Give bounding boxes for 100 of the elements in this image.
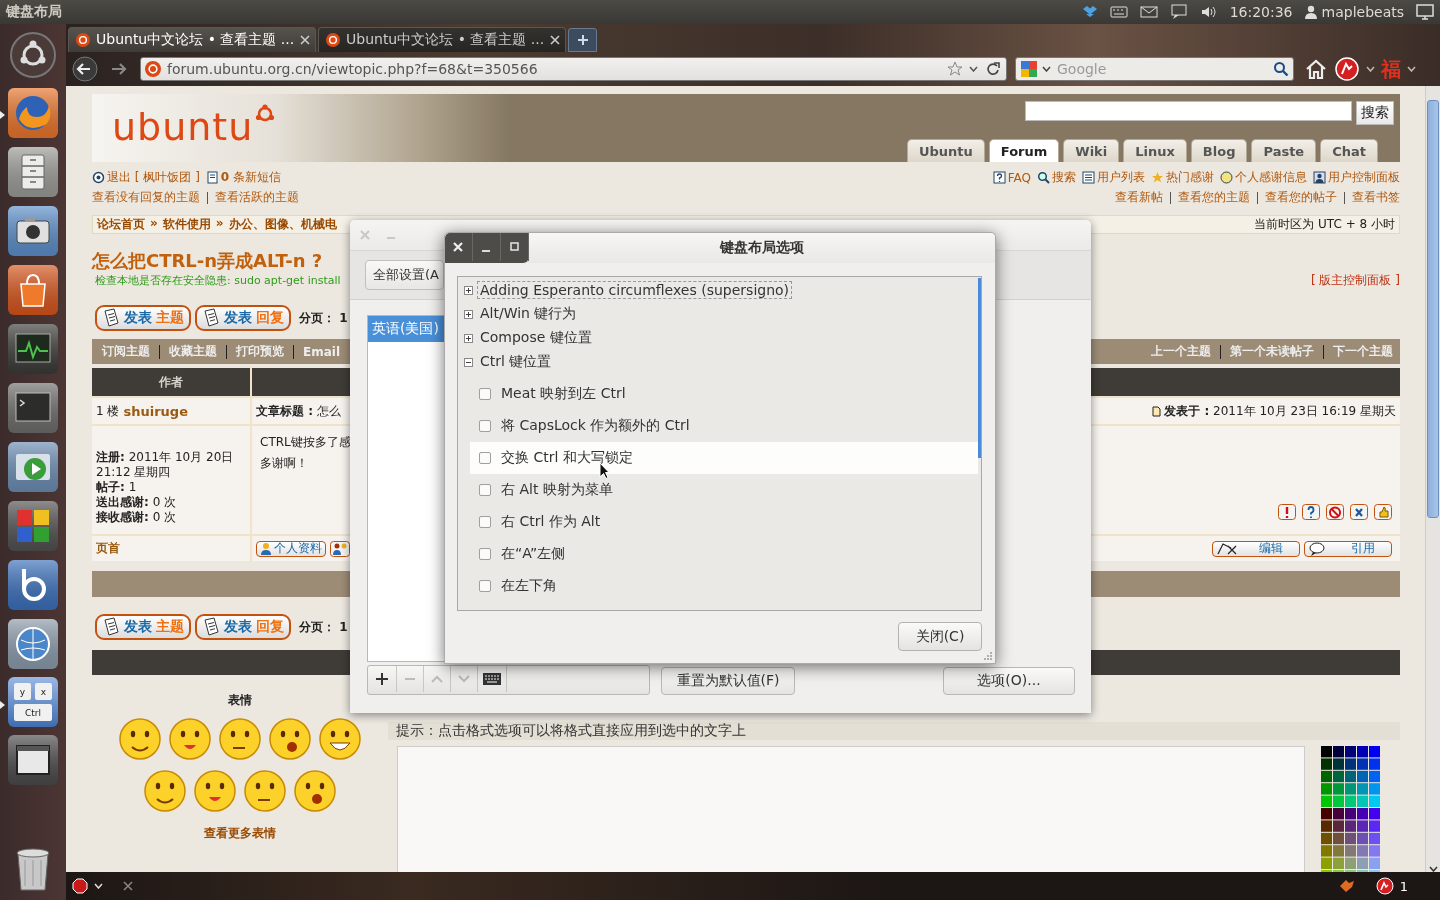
option-row[interactable]: 右 Ctrl 作为 Alt xyxy=(470,506,978,538)
link[interactable]: 查看书签 xyxy=(1352,189,1400,206)
camera-icon[interactable] xyxy=(7,205,59,257)
zigzag-badge-icon[interactable] xyxy=(1334,56,1360,82)
link[interactable]: 0 条新短信 xyxy=(220,169,281,186)
post-button[interactable]: 发表 回复 xyxy=(195,305,291,331)
smiley-icon[interactable] xyxy=(243,769,287,813)
nav-tab[interactable]: Paste xyxy=(1251,139,1317,162)
top-link[interactable]: 页首 xyxy=(96,540,120,557)
smiley-icon[interactable] xyxy=(218,717,262,761)
checkbox[interactable] xyxy=(479,516,491,528)
user-name[interactable]: maplebeats xyxy=(1321,4,1404,20)
monitor-graph-icon[interactable] xyxy=(7,323,59,375)
link[interactable]: 个人感谢信息 xyxy=(1235,169,1307,186)
scrollbar-thumb[interactable] xyxy=(978,278,981,458)
close-icon[interactable] xyxy=(123,881,133,891)
all-settings-tab[interactable]: 全部设置(A xyxy=(365,260,444,290)
checkbox[interactable] xyxy=(479,580,491,592)
swirl-icon[interactable] xyxy=(7,559,59,611)
edit-button[interactable]: 编辑 xyxy=(1212,540,1300,557)
checkbox[interactable] xyxy=(479,484,491,496)
smiley-icon[interactable] xyxy=(268,717,312,761)
zigzag-badge-icon[interactable] xyxy=(1375,877,1394,895)
search-field[interactable]: Google xyxy=(1055,60,1269,78)
envelope-icon[interactable] xyxy=(1139,5,1158,19)
fox-globe-icon[interactable] xyxy=(7,87,59,139)
reload-icon[interactable] xyxy=(984,60,1002,78)
nav-tab[interactable]: Ubuntu xyxy=(906,139,985,162)
chat-icon[interactable] xyxy=(1169,4,1188,20)
quote-button[interactable]: 引用 xyxy=(1304,540,1392,557)
thumbs-up-icon[interactable] xyxy=(1374,504,1392,520)
new-tab-button[interactable] xyxy=(568,28,597,52)
shopping-bag-icon[interactable] xyxy=(7,264,59,316)
smiley-icon[interactable] xyxy=(143,769,187,813)
post-button[interactable]: 发表 主题 xyxy=(95,614,191,640)
keyboard-tile[interactable]: y x Ctrl xyxy=(8,677,58,727)
caret-icon[interactable] xyxy=(1407,66,1416,72)
more-emoticons-link[interactable]: 查看更多表情 xyxy=(204,825,276,842)
author-name[interactable]: shuiruge xyxy=(123,403,188,419)
box-icon[interactable] xyxy=(1081,4,1098,20)
people-icon[interactable] xyxy=(330,540,350,557)
topic-link[interactable]: 订阅主题 xyxy=(102,343,150,360)
squares-icon[interactable] xyxy=(7,500,59,552)
search-button[interactable]: 搜索 xyxy=(1356,101,1394,125)
option-row[interactable]: 将 CapsLock 作为额外的 Ctrl xyxy=(470,410,978,442)
breadcrumb-link[interactable]: 办公、图像、机械电 xyxy=(228,216,337,233)
link[interactable]: 用户控制面板 xyxy=(1328,169,1400,186)
caret-icon[interactable] xyxy=(969,66,978,72)
volume-icon[interactable] xyxy=(1199,4,1218,20)
plus-box-icon[interactable] xyxy=(464,285,473,295)
nav-tab[interactable]: Linux xyxy=(1123,139,1187,162)
profile-button[interactable]: 个人资料 xyxy=(256,540,326,557)
checkbox[interactable] xyxy=(479,548,491,560)
browser-tab[interactable]: Ubuntu中文论坛 • 查看主题 ... xyxy=(68,27,316,52)
breadcrumb-link[interactable]: 论坛首页 xyxy=(97,216,145,233)
topic-link[interactable]: 第一个未读帖子 xyxy=(1230,343,1314,360)
home-icon[interactable] xyxy=(1304,58,1328,80)
terminal-icon[interactable] xyxy=(7,382,59,434)
smiley-icon[interactable] xyxy=(118,717,162,761)
option-group[interactable]: Alt/Win 键行为 xyxy=(464,302,978,326)
layout-item[interactable]: 英语(美国) xyxy=(368,316,444,342)
option-group[interactable]: Adding Esperanto circumflexes (supersigno) xyxy=(464,278,978,302)
topic-link[interactable]: 上一个主题 xyxy=(1151,343,1211,360)
option-row[interactable]: 右 Alt 映射为菜单 xyxy=(470,474,978,506)
color-palette[interactable] xyxy=(1321,746,1381,872)
nav-tab[interactable]: Forum xyxy=(988,139,1060,162)
smiley-icon[interactable] xyxy=(168,717,212,761)
caret-icon[interactable] xyxy=(1042,66,1051,72)
option-group[interactable]: Compose 键位置 xyxy=(464,326,978,350)
close-button[interactable]: 关闭(C) xyxy=(898,622,982,651)
topic-link[interactable]: 收藏主题 xyxy=(169,343,217,360)
search-field[interactable] xyxy=(1025,101,1352,121)
link[interactable]: 查看新帖 xyxy=(1115,189,1163,206)
link[interactable]: 热门感谢 xyxy=(1166,169,1214,186)
breadcrumb-link[interactable]: 软件使用 xyxy=(162,216,211,233)
circle-logo-icon[interactable] xyxy=(8,30,58,80)
topic-link[interactable]: 下一个主题 xyxy=(1333,343,1393,360)
smiley-icon[interactable] xyxy=(318,717,362,761)
checkbox[interactable] xyxy=(479,452,491,464)
smiley-icon[interactable] xyxy=(293,769,337,813)
option-row[interactable]: Meat 映射到左 Ctrl xyxy=(470,378,978,410)
option-row[interactable]: 在左下角 xyxy=(470,570,978,602)
browser-tab[interactable]: Ubuntu中文论坛 • 查看主题 ... xyxy=(318,27,566,52)
moderator-link[interactable]: [ 版主控制面板 ] xyxy=(1311,271,1400,289)
smiley-icon[interactable] xyxy=(193,769,237,813)
octagon-icon[interactable] xyxy=(72,878,88,894)
option-row[interactable]: 交换 Ctrl 和大写锁定 xyxy=(470,442,978,474)
search-icon[interactable] xyxy=(1273,61,1289,77)
options-button[interactable]: 选项(O)... xyxy=(943,667,1075,695)
plus-box-icon[interactable] xyxy=(464,309,473,319)
window-icon[interactable] xyxy=(7,734,59,786)
post-button[interactable]: 发表 回复 xyxy=(195,614,291,640)
nav-tab[interactable]: Wiki xyxy=(1063,139,1120,162)
monitor-icon[interactable] xyxy=(1416,3,1434,21)
search-bar[interactable]: Google xyxy=(1015,57,1294,81)
post-button[interactable]: 发表 主题 xyxy=(95,305,191,331)
link[interactable]: 搜索 xyxy=(1052,169,1076,186)
plus-box-icon[interactable] xyxy=(464,333,473,343)
play-icon[interactable] xyxy=(7,441,59,493)
topic-link[interactable]: 打印预览 xyxy=(236,343,284,360)
